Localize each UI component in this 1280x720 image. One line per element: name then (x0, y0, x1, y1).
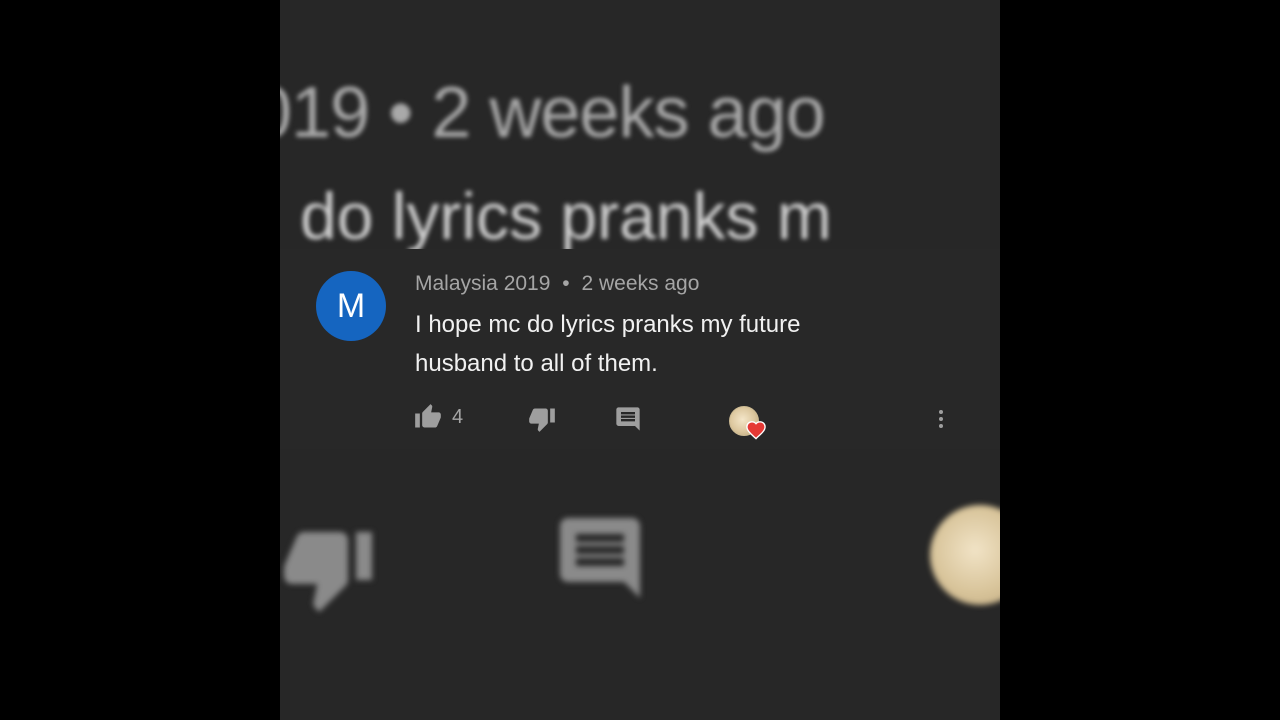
comment-meta: Malaysia 2019 • 2 weeks ago (415, 272, 699, 296)
comment-text: I hope mc do lyrics pranks my future hus… (415, 311, 801, 377)
blurred-thumbs-down-icon (284, 532, 372, 612)
blurred-body-text: do lyrics pranks m (300, 179, 832, 250)
reply-button[interactable] (614, 405, 642, 433)
comment-actions: 4 (280, 399, 1000, 442)
dislike-button[interactable] (528, 405, 556, 433)
video-frame: 019 • 2 weeks ago do lyrics pranks m M M… (280, 0, 1000, 720)
more-vert-icon (939, 410, 943, 428)
comment-time: 2 weeks ago (581, 272, 700, 295)
thumbs-down-icon (529, 408, 555, 432)
blurred-reply-icon (560, 518, 640, 598)
blurred-zoom-bottom (280, 470, 1000, 720)
blurred-zoom-top: 019 • 2 weeks ago do lyrics pranks m (280, 0, 1000, 250)
blurred-meta-text: 019 • 2 weeks ago (280, 73, 826, 153)
creator-heart[interactable] (729, 406, 769, 442)
reply-icon (616, 407, 640, 431)
creator-heart-icon (746, 421, 766, 440)
meta-separator: • (562, 272, 570, 295)
thumbs-up-icon (415, 404, 441, 428)
like-button[interactable]: 4 (414, 403, 463, 431)
like-count: 4 (452, 405, 464, 428)
author-name[interactable]: Malaysia 2019 (415, 272, 550, 295)
author-avatar[interactable]: M (316, 271, 386, 341)
comment-card: M Malaysia 2019 • 2 weeks ago I hope mc … (280, 249, 1000, 449)
more-options-button[interactable] (929, 405, 953, 433)
blurred-creator-avatar (930, 505, 1000, 605)
